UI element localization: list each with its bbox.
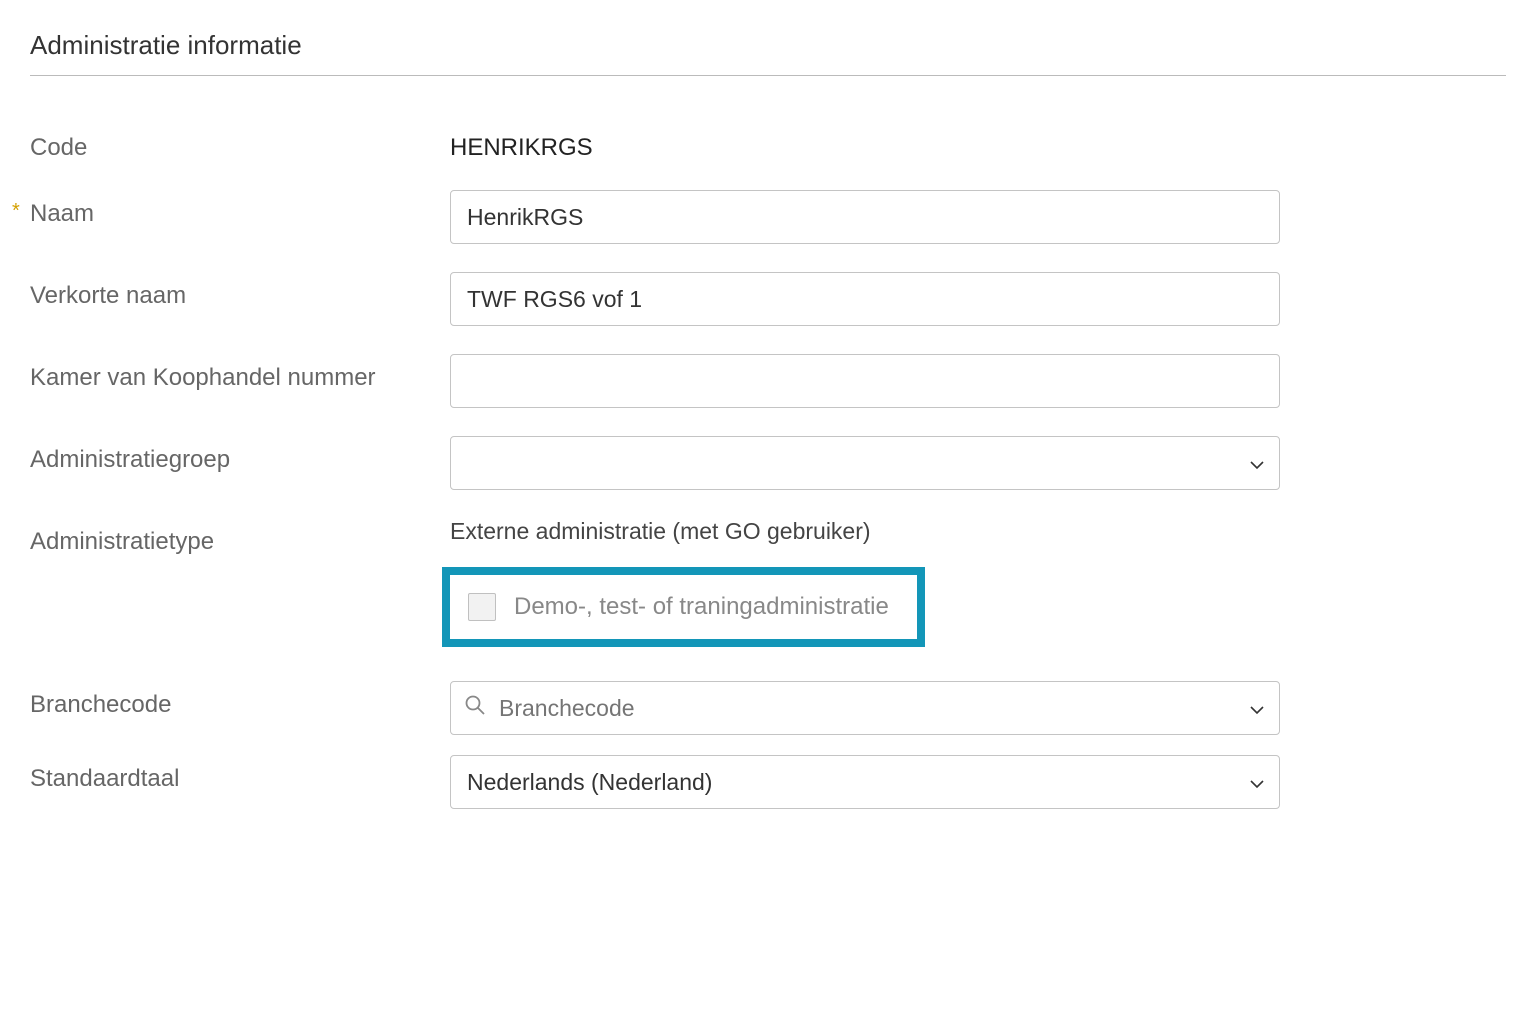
- label-admin-type: Administratietype: [30, 518, 450, 556]
- label-default-lang: Standaardtaal: [30, 755, 450, 793]
- label-name: Naam: [30, 200, 94, 227]
- row-kvk: Kamer van Koophandel nummer: [30, 354, 1506, 408]
- label-admin-group: Administratiegroep: [30, 436, 450, 474]
- row-admin-type: Administratietype Externe administratie …: [30, 518, 1506, 653]
- row-name: * Naam: [30, 190, 1506, 244]
- demo-checkbox-highlight: Demo-, test- of traningadministratie: [442, 567, 925, 647]
- row-admin-group: Administratiegroep: [30, 436, 1506, 490]
- label-kvk: Kamer van Koophandel nummer: [30, 354, 450, 392]
- label-branch-code: Branchecode: [30, 681, 450, 719]
- value-code: HENRIKRGS: [450, 124, 1280, 162]
- branch-code-select[interactable]: [450, 681, 1280, 735]
- admin-group-select[interactable]: [450, 436, 1280, 490]
- demo-checkbox[interactable]: [468, 593, 496, 621]
- row-code: Code HENRIKRGS: [30, 124, 1506, 162]
- section-title: Administratie informatie: [30, 30, 1506, 76]
- label-code: Code: [30, 124, 450, 162]
- row-default-lang: Standaardtaal: [30, 755, 1506, 809]
- row-branch-code: Branchecode: [30, 681, 1506, 735]
- demo-checkbox-label: Demo-, test- of traningadministratie: [514, 593, 889, 621]
- kvk-input[interactable]: [450, 354, 1280, 408]
- value-admin-type: Externe administratie (met GO gebruiker): [450, 518, 1280, 545]
- name-input[interactable]: [450, 190, 1280, 244]
- required-indicator: *: [12, 200, 20, 223]
- label-short-name: Verkorte naam: [30, 272, 450, 310]
- short-name-input[interactable]: [450, 272, 1280, 326]
- default-lang-select[interactable]: [450, 755, 1280, 809]
- row-short-name: Verkorte naam: [30, 272, 1506, 326]
